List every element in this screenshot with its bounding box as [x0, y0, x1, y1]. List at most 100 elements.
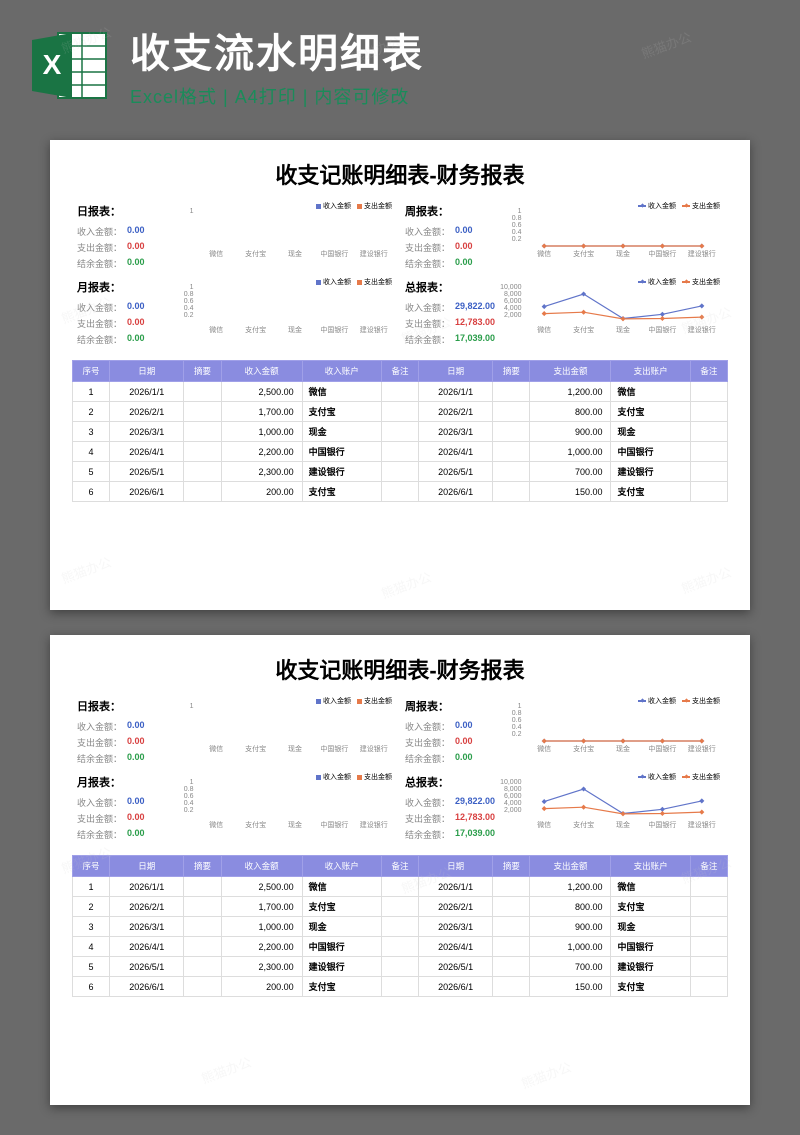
table-header-8: 支出金额: [530, 856, 611, 877]
report-total-income: 29,822.00: [455, 796, 495, 809]
report-total-income: 29,822.00: [455, 301, 495, 314]
table-row: 62026/6/1200.00支付宝 2026/6/1150.00支付宝: [73, 977, 728, 997]
report-total: 总报表： 收入金额：29,822.00 支出金额：12,783.00 结余金额：…: [400, 771, 728, 847]
table-header-1: 日期: [110, 361, 184, 382]
table-header-9: 支出账户: [611, 361, 690, 382]
report-monthly-balance: 0.00: [127, 333, 145, 346]
svg-text:现金: 现金: [288, 744, 302, 753]
table-header-2: 摘要: [184, 361, 221, 382]
header-subtitle: Excel格式 | A4打印 | 内容可修改: [130, 83, 770, 109]
header-text: 收支流水明细表 Excel格式 | A4打印 | 内容可修改: [130, 21, 770, 109]
table-header-4: 收入账户: [302, 856, 381, 877]
preview-page-2: 收支记账明细表-财务报表 日报表： 收入金额：0.00 支出金额：0.00 结余…: [50, 635, 750, 1105]
report-monthly-chart: 收入金额 支出金额 10.80.60.40.2微信支付宝现金中国银行建设银行: [167, 774, 400, 844]
svg-text:2,000: 2,000: [504, 807, 522, 814]
svg-text:0.8: 0.8: [184, 291, 194, 298]
svg-text:支付宝: 支付宝: [245, 249, 266, 258]
table-header-10: 备注: [690, 856, 727, 877]
svg-text:8,000: 8,000: [504, 291, 522, 298]
table-header-3: 收入金额: [221, 361, 302, 382]
svg-text:建设银行: 建设银行: [360, 744, 388, 753]
chart-legend: 收入金额 支出金额: [316, 277, 392, 287]
svg-text:微信: 微信: [209, 325, 223, 334]
table-header-6: 日期: [419, 856, 493, 877]
report-daily-income: 0.00: [127, 225, 145, 238]
table-header-5: 备注: [381, 361, 418, 382]
report-daily: 日报表： 收入金额：0.00 支出金额：0.00 结余金额：0.00 收入金额 …: [72, 695, 400, 771]
table-header-7: 摘要: [493, 361, 530, 382]
detail-table: 序号日期摘要收入金额收入账户备注日期摘要支出金额支出账户备注 12026/1/1…: [72, 360, 728, 502]
svg-text:现金: 现金: [288, 249, 302, 258]
svg-text:0.2: 0.2: [512, 236, 522, 243]
svg-text:10,000: 10,000: [500, 284, 522, 291]
table-row: 22026/2/11,700.00支付宝 2026/2/1800.00支付宝: [73, 897, 728, 917]
svg-text:0.6: 0.6: [512, 222, 522, 229]
table-row: 52026/5/12,300.00建设银行 2026/5/1700.00建设银行: [73, 462, 728, 482]
svg-text:中国银行: 中国银行: [648, 820, 676, 829]
reports-grid: 日报表： 收入金额：0.00 支出金额：0.00 结余金额：0.00 收入金额 …: [72, 695, 728, 847]
sheet-title: 收支记账明细表-财务报表: [72, 158, 728, 190]
table-header-4: 收入账户: [302, 361, 381, 382]
svg-text:1: 1: [190, 208, 194, 215]
table-header-9: 支出账户: [611, 856, 690, 877]
svg-text:0.4: 0.4: [184, 305, 194, 312]
table-row: 32026/3/11,000.00现金 2026/3/1900.00现金: [73, 422, 728, 442]
report-daily-name: 日报表：: [77, 203, 167, 219]
report-total-values: 总报表： 收入金额：29,822.00 支出金额：12,783.00 结余金额：…: [400, 774, 495, 844]
report-daily-expense: 0.00: [127, 241, 145, 254]
svg-text:微信: 微信: [537, 744, 551, 753]
report-daily-name: 日报表：: [77, 698, 167, 714]
report-daily-values: 日报表： 收入金额：0.00 支出金额：0.00 结余金额：0.00: [72, 203, 167, 273]
svg-text:建设银行: 建设银行: [360, 249, 388, 258]
svg-text:中国银行: 中国银行: [648, 744, 676, 753]
report-daily-chart: 收入金额 支出金额 1微信支付宝现金中国银行建设银行: [167, 203, 400, 273]
report-total-name: 总报表：: [405, 774, 495, 790]
svg-text:0.2: 0.2: [512, 731, 522, 738]
report-monthly-income: 0.00: [127, 796, 145, 809]
table-header-0: 序号: [73, 856, 110, 877]
svg-text:建设银行: 建设银行: [688, 744, 716, 753]
svg-text:微信: 微信: [537, 249, 551, 258]
pages-container: 收支记账明细表-财务报表 日报表： 收入金额：0.00 支出金额：0.00 结余…: [0, 130, 800, 1135]
svg-text:建设银行: 建设银行: [688, 249, 716, 258]
report-daily-chart: 收入金额 支出金额 1微信支付宝现金中国银行建设银行: [167, 698, 400, 768]
svg-text:0.8: 0.8: [512, 710, 522, 717]
svg-text:0.6: 0.6: [512, 717, 522, 724]
chart-legend: 收入金额 支出金额: [638, 772, 720, 782]
svg-text:0.4: 0.4: [512, 229, 522, 236]
report-monthly-chart: 收入金额 支出金额 10.80.60.40.2微信支付宝现金中国银行建设银行: [167, 279, 400, 349]
report-daily-balance: 0.00: [127, 257, 145, 270]
table-header-7: 摘要: [493, 856, 530, 877]
report-weekly-balance: 0.00: [455, 257, 473, 270]
svg-text:0.6: 0.6: [184, 793, 194, 800]
report-monthly-expense: 0.00: [127, 812, 145, 825]
report-total-expense: 12,783.00: [455, 812, 495, 825]
svg-text:中国银行: 中国银行: [320, 325, 348, 334]
table-row: 22026/2/11,700.00支付宝 2026/2/1800.00支付宝: [73, 402, 728, 422]
svg-text:1: 1: [518, 703, 522, 710]
chart-legend: 收入金额 支出金额: [638, 277, 720, 287]
svg-text:支付宝: 支付宝: [245, 325, 266, 334]
chart-legend: 收入金额 支出金额: [316, 772, 392, 782]
detail-table-wrap: 序号日期摘要收入金额收入账户备注日期摘要支出金额支出账户备注 12026/1/1…: [72, 360, 728, 502]
sheet-title: 收支记账明细表-财务报表: [72, 653, 728, 685]
report-weekly-chart: 收入金额 支出金额 10.80.60.40.2微信支付宝现金中国银行建设银行: [495, 203, 728, 273]
report-weekly-expense: 0.00: [455, 241, 473, 254]
svg-text:现金: 现金: [288, 820, 302, 829]
svg-text:4,000: 4,000: [504, 305, 522, 312]
svg-text:支付宝: 支付宝: [573, 744, 594, 753]
detail-table-wrap: 序号日期摘要收入金额收入账户备注日期摘要支出金额支出账户备注 12026/1/1…: [72, 855, 728, 997]
svg-text:1: 1: [190, 703, 194, 710]
svg-text:现金: 现金: [616, 820, 630, 829]
report-monthly-name: 月报表：: [77, 774, 167, 790]
svg-text:支付宝: 支付宝: [573, 325, 594, 334]
page-header: X 收支流水明细表 Excel格式 | A4打印 | 内容可修改: [0, 0, 800, 130]
svg-text:微信: 微信: [537, 325, 551, 334]
report-weekly-name: 周报表：: [405, 203, 495, 219]
report-weekly-income: 0.00: [455, 720, 473, 733]
svg-text:支付宝: 支付宝: [573, 820, 594, 829]
report-total-expense: 12,783.00: [455, 317, 495, 330]
svg-text:中国银行: 中国银行: [320, 249, 348, 258]
svg-text:微信: 微信: [209, 744, 223, 753]
chart-legend: 收入金额 支出金额: [316, 201, 392, 211]
